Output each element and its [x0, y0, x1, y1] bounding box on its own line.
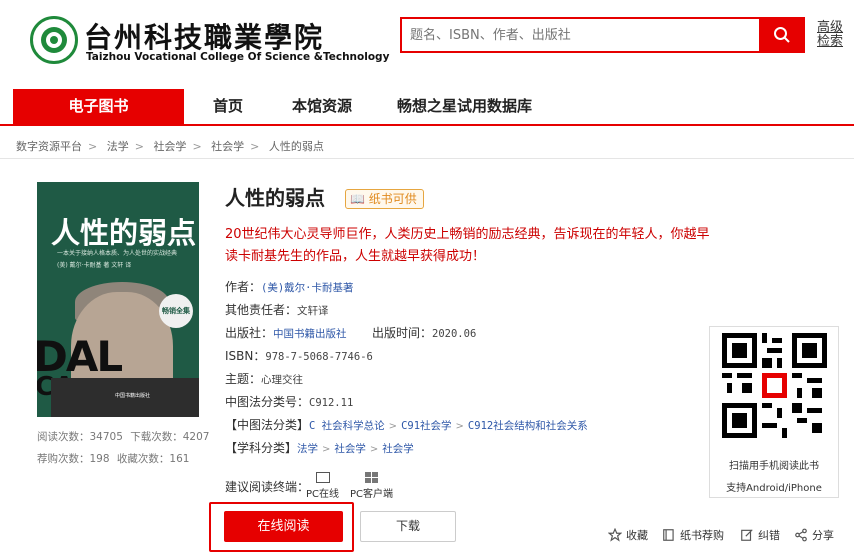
breadcrumb-current: 人性的弱点: [268, 140, 324, 153]
cover-title: 人性的弱点: [51, 216, 197, 250]
cover-author: (美) 戴尔·卡耐基 著 文轩 译: [57, 262, 132, 269]
nav-item-home[interactable]: 首页: [213, 89, 243, 124]
search-box: [400, 17, 759, 53]
author-link[interactable]: (美)戴尔·卡耐基著: [261, 282, 353, 294]
terminal-pc-online[interactable]: PC在线: [306, 472, 339, 500]
qr-code-icon: [722, 333, 827, 438]
qr-support: 支持Android/iPhone: [726, 483, 822, 494]
favorite-count: 收藏次数：161: [116, 453, 190, 465]
favorite-action[interactable]: 收藏: [608, 527, 648, 543]
discipline-link[interactable]: 法学: [297, 443, 318, 455]
cover-publisher: 中国书籍出版社: [115, 393, 151, 399]
book-description: 20世纪伟大心灵导师巨作，人类历史上畅销的励志经典，告诉现在的年轻人，你越早 读…: [225, 227, 710, 264]
correct-action[interactable]: 纠错: [740, 527, 780, 543]
publisher-link[interactable]: 中国书籍出版社: [273, 328, 347, 340]
nav-item-ebooks[interactable]: 电子图书: [13, 89, 184, 124]
qr-caption: 扫描用手机阅读此书: [729, 461, 819, 472]
advanced-search-link[interactable]: 高级检索: [817, 21, 845, 49]
breadcrumb-item[interactable]: 社会学: [153, 140, 186, 153]
main-nav: 电子图书 首页 本馆资源 畅想之星试用数据库: [0, 89, 854, 126]
discipline-link[interactable]: 社会学: [334, 443, 366, 455]
cover-subtitle: 一本关于接纳人格本质、为人处世的实战经典: [57, 250, 178, 257]
nav-item-library-resources[interactable]: 本馆资源: [292, 89, 352, 124]
search-button[interactable]: [759, 17, 805, 53]
clc-class-link[interactable]: C91社会学: [401, 420, 451, 432]
download-button[interactable]: 下载: [360, 511, 456, 542]
clc-number-field: 中图法分类号：C912.11: [225, 395, 354, 409]
book-icon: 📖: [350, 192, 365, 206]
nav-item-trial-database[interactable]: 畅想之星试用数据库: [397, 89, 532, 124]
cover-badge: 畅销全集: [159, 294, 193, 328]
terminal-pc-client[interactable]: PC客户端: [350, 472, 393, 500]
qr-panel: 扫描用手机阅读此书 支持Android/iPhone: [709, 326, 839, 498]
college-logo-icon: [30, 16, 78, 64]
breadcrumb-item[interactable]: 法学: [107, 140, 129, 153]
search-input[interactable]: [402, 19, 759, 51]
download-count: 下载次数：4207: [130, 431, 210, 443]
monitor-icon: [315, 472, 330, 483]
college-name-cn: 台州科技職業學院: [84, 21, 325, 54]
author-field: 作者：(美)戴尔·卡耐基著: [225, 280, 354, 294]
book-icon: [663, 529, 674, 541]
breadcrumb-item[interactable]: 数字资源平台: [16, 140, 82, 153]
breadcrumb: 数字资源平台 > 法学 > 社会学 > 社会学 > 人性的弱点: [16, 140, 324, 153]
pubtime-field: 出版时间：2020.06: [372, 326, 477, 340]
recommend-action[interactable]: 纸书荐购: [662, 527, 724, 543]
windows-icon: [365, 472, 378, 483]
search-icon: [774, 27, 790, 43]
subject-field: 主题：心理交往: [225, 372, 304, 386]
reading-terminal-label: 建议阅读终端：: [225, 480, 310, 494]
stats-row: 荐购次数：198 收藏次数：161: [37, 451, 193, 466]
paper-available-badge: 📖 纸书可供: [345, 189, 424, 209]
discipline-link[interactable]: 社会学: [382, 443, 414, 455]
divider: [0, 158, 854, 159]
clc-class-link[interactable]: C 社会科学总论: [309, 420, 385, 432]
edit-icon: [741, 529, 753, 541]
book-title: 人性的弱点: [225, 186, 325, 210]
college-name-en: Taizhou Vocational College Of Science &T…: [86, 51, 390, 63]
discipline-field: 【学科分类】法学 > 社会学 > 社会学: [225, 441, 414, 455]
share-action[interactable]: 分享: [794, 527, 834, 543]
read-online-button[interactable]: 在线阅读: [224, 511, 343, 542]
star-icon: [608, 528, 622, 542]
isbn-field: ISBN：978-7-5068-7746-6: [225, 349, 373, 363]
clc-class-field: 【中图法分类】C 社会科学总论 > C91社会学 > C912社会结构和社会关系: [225, 418, 588, 432]
read-count: 阅读次数：34705: [37, 431, 123, 443]
book-cover: 人性的弱点 一本关于接纳人格本质、为人处世的实战经典 (美) 戴尔·卡耐基 著 …: [37, 182, 199, 417]
recommend-count: 荐购次数：198: [37, 453, 110, 465]
other-responsible-field: 其他责任者：文轩译: [225, 303, 329, 317]
publisher-field: 出版社：中国书籍出版社: [225, 326, 347, 340]
clc-class-link[interactable]: C912社会结构和社会关系: [468, 420, 588, 432]
breadcrumb-item[interactable]: 社会学: [211, 140, 244, 153]
share-icon: [795, 528, 807, 542]
stats-row: 阅读次数：34705 下载次数：4207: [37, 429, 213, 444]
